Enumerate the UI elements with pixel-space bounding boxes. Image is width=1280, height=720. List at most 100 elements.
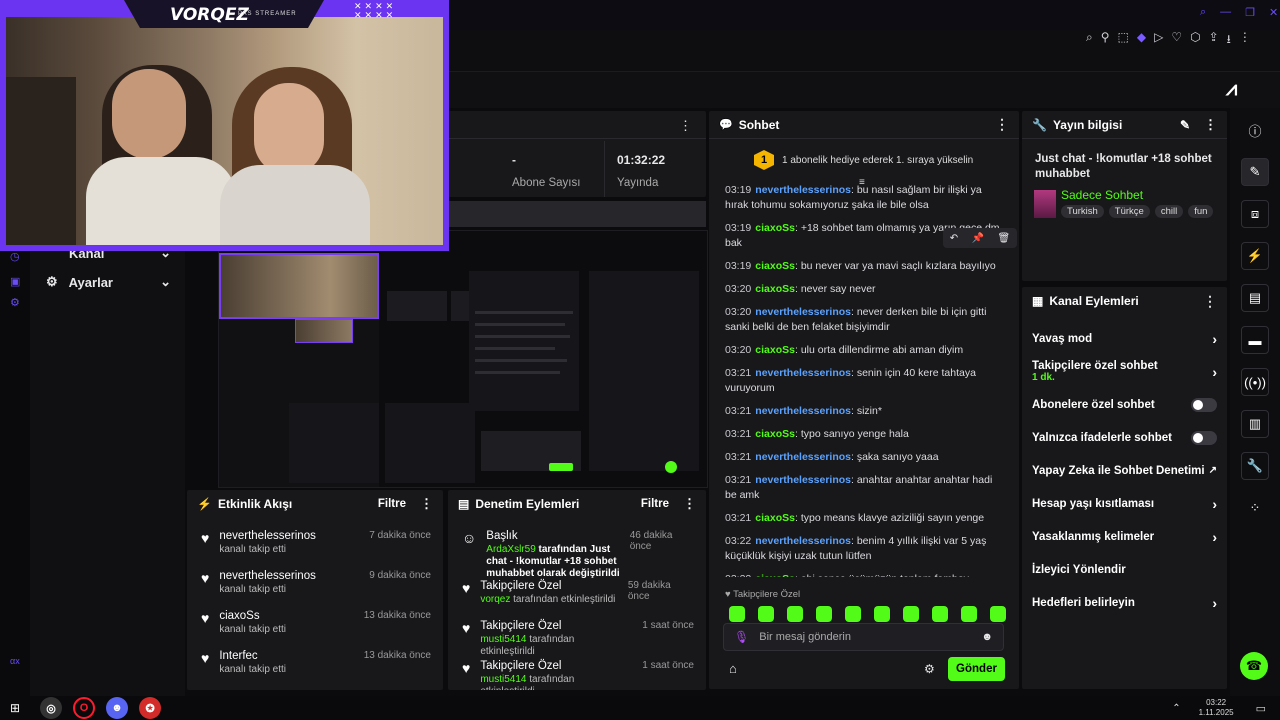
emote-icon[interactable]	[961, 606, 977, 622]
chat-username[interactable]: neverthelesserinos	[755, 535, 851, 547]
tag-pill[interactable]: fun	[1188, 205, 1214, 218]
emote-icon[interactable]	[903, 606, 919, 622]
chat-message[interactable]: 03:19 ciaxoSs: bu never var ya mavi saçlı…	[725, 259, 1001, 274]
moderation-item[interactable]: ☺ Başlık ArdaXslr59 tarafından Just chat -…	[448, 524, 706, 579]
app-icon-opera[interactable]: O	[73, 697, 96, 719]
share-icon[interactable]: ⇪	[1209, 30, 1219, 51]
emoji-icon[interactable]: ☻	[981, 631, 993, 643]
document-icon[interactable]: ▤	[1241, 284, 1269, 312]
chat-message[interactable]: 03:21 neverthelesserinos: senin için 40 k…	[725, 366, 1001, 396]
menu-icon[interactable]: ⋮	[1239, 30, 1251, 51]
close-icon[interactable]: ✕	[1269, 6, 1278, 19]
trash-icon[interactable]: 🗑	[998, 233, 1011, 244]
app-icon-red[interactable]: ✪	[139, 697, 162, 719]
chat-username[interactable]: neverthelesserinos	[755, 451, 851, 463]
chat-username[interactable]: neverthelesserinos	[755, 367, 851, 379]
moderation-user[interactable]: musti5414	[480, 674, 526, 685]
chat-message[interactable]: 03:20 ciaxoSs: never say never	[725, 282, 1001, 297]
chat-username[interactable]: ciaxoSs	[755, 222, 795, 234]
extension-icon[interactable]: ⬡	[1190, 30, 1200, 51]
minimize-icon[interactable]: —	[1220, 6, 1231, 19]
channel-action-row[interactable]: Yalnızca ifadelerle sohbet	[1022, 421, 1227, 454]
broadcast-icon[interactable]: ((•))	[1241, 368, 1269, 396]
channel-action-row[interactable]: Hedefleri belirleyin ›	[1022, 586, 1227, 619]
more-icon[interactable]: ⋮	[420, 496, 433, 512]
more-icon[interactable]: ⋮	[1203, 293, 1217, 310]
app-icon-discord[interactable]: ☻	[106, 697, 129, 719]
moderation-user[interactable]: vorqez	[480, 594, 510, 605]
tag-pill[interactable]: chill	[1154, 205, 1184, 218]
chat-username[interactable]: ciaxoSs	[755, 260, 795, 272]
channel-action-row[interactable]: Yavaş mod ›	[1022, 322, 1227, 355]
shield-icon[interactable]: ◆	[1137, 30, 1146, 51]
pin-icon[interactable]: 📌	[972, 233, 984, 244]
moderation-user[interactable]: ArdaXslr59	[486, 544, 535, 555]
chat-message[interactable]: 03:19 neverthelesserinos: bu nasıl sağlam…	[725, 183, 1001, 213]
chat-username[interactable]: ciaxoSs	[755, 344, 795, 356]
chat-message[interactable]: 03:20 neverthelesserinos: never derken bi…	[725, 305, 1001, 335]
rail-window-icon[interactable]: ▣	[10, 275, 20, 288]
tag-pill[interactable]: Turkish	[1061, 205, 1104, 218]
moderation-item[interactable]: ♥ Takipçilere Özel musti5414 tarafından et…	[448, 614, 706, 657]
chat-message[interactable]: 03:21 neverthelesserinos: şaka sanıyo yaa…	[725, 450, 1001, 465]
moderation-filter[interactable]: Filtre	[641, 498, 669, 510]
send-button[interactable]: Gönder	[948, 657, 1005, 681]
emote-icon[interactable]	[990, 606, 1006, 622]
zoom-icon[interactable]: ⌕	[1086, 30, 1093, 51]
windows-start-icon[interactable]: ⊞	[10, 701, 20, 715]
info-icon[interactable]: ⓘ	[1241, 116, 1269, 144]
toggle-switch[interactable]	[1191, 430, 1217, 445]
support-chat-button[interactable]: ☎	[1240, 652, 1268, 680]
channel-action-row[interactable]: Takipçilere özel sohbet 1 dk. ›	[1022, 355, 1227, 388]
emote-icon[interactable]	[787, 606, 803, 622]
edit-icon[interactable]: ✎	[1241, 158, 1269, 186]
kick-logo-icon[interactable]: ⩘	[1226, 78, 1250, 102]
channel-action-row[interactable]: Yasaklanmış kelimeler ›	[1022, 520, 1227, 553]
app-icon-obs[interactable]: ◎	[40, 697, 63, 719]
chat-settings-icon[interactable]: ⚙	[924, 662, 935, 676]
emote-icon[interactable]	[845, 606, 861, 622]
chat-username[interactable]: ciaxoSs	[755, 573, 795, 577]
crop-icon[interactable]: ⬚	[1118, 30, 1129, 51]
emote-icon[interactable]	[932, 606, 948, 622]
chat-username[interactable]: neverthelesserinos	[755, 306, 851, 318]
chat-message[interactable]: 03:21 neverthelesserinos: anahtar anahtar…	[725, 473, 1001, 503]
id-card-icon[interactable]: ▥	[1241, 410, 1269, 438]
emote-icon[interactable]	[874, 606, 890, 622]
channel-action-row[interactable]: Abonelere özel sohbet	[1022, 388, 1227, 421]
moderation-user[interactable]: musti5414	[480, 634, 526, 645]
channel-action-row[interactable]: Yapay Zeka ile Sohbet Denetimi ↗	[1022, 454, 1227, 487]
activity-item[interactable]: ♥ ciaxoSs kanalı takip etti 13 dakika önce	[187, 604, 443, 644]
activity-item[interactable]: ♥ neverthelesserinos kanalı takip etti 7 da…	[187, 524, 443, 564]
chat-icon[interactable]: ▬	[1241, 326, 1269, 354]
search-icon[interactable]: ⌕	[1200, 6, 1206, 19]
moderation-item[interactable]: ♥ Takipçilere Özel musti5414 tarafından et…	[448, 654, 706, 690]
more-icon[interactable]: ⋮	[683, 496, 696, 512]
tray-chevron-icon[interactable]: ⌃	[1172, 703, 1180, 714]
toggle-switch[interactable]	[1191, 397, 1217, 412]
chat-username[interactable]: neverthelesserinos	[755, 184, 851, 196]
mic-icon[interactable]: 🎙	[734, 630, 749, 644]
chat-input[interactable]: 🎙 Bir mesaj gönderin ☻	[723, 623, 1004, 651]
more-icon[interactable]: ⋮	[1204, 117, 1217, 133]
emote-icon[interactable]	[758, 606, 774, 622]
chat-username[interactable]: ciaxoSs	[755, 512, 795, 524]
edit-icon[interactable]: ✎	[1180, 118, 1190, 132]
maximize-icon[interactable]: ❐	[1245, 6, 1255, 19]
rail-clock-icon[interactable]: ◷	[10, 250, 20, 263]
chat-message[interactable]: 03:22ciaxoSs: abi sence üçümüzün toplam …	[725, 572, 1001, 577]
apps-icon[interactable]: ⁘	[1241, 494, 1269, 522]
chat-username[interactable]: neverthelesserinos	[755, 405, 851, 417]
undo-icon[interactable]: ↶	[950, 233, 958, 244]
emote-icon[interactable]	[729, 606, 745, 622]
more-icon[interactable]: ⋮	[995, 116, 1009, 133]
download-icon[interactable]: ⭳	[1227, 30, 1231, 51]
chat-message[interactable]: 03:21 neverthelesserinos: sizin*	[725, 404, 1001, 419]
lightning-icon[interactable]: ⚡	[1241, 242, 1269, 270]
moderation-item[interactable]: ♥ Takipçilere Özel vorqez tarafından etkin…	[448, 574, 706, 614]
chat-username[interactable]: neverthelesserinos	[755, 474, 851, 486]
chat-message[interactable]: 03:21 ciaxoSs: typo means klavye aziziliğ…	[725, 511, 1001, 526]
channel-action-row[interactable]: İzleyici Yönlendir	[1022, 553, 1227, 586]
play-icon[interactable]: ▷	[1154, 30, 1163, 51]
tag-pill[interactable]: Türkçe	[1108, 205, 1150, 218]
